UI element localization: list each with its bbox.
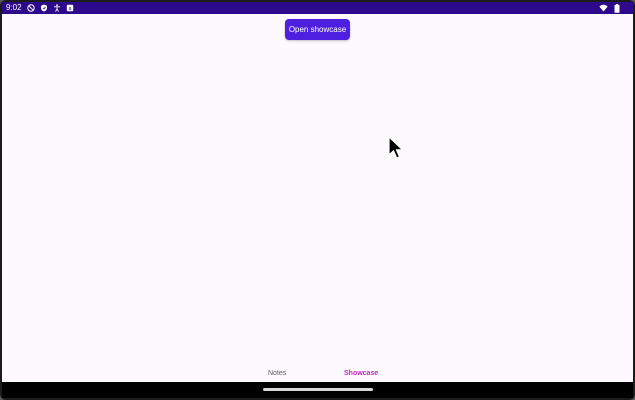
mouse-pointer-icon: [388, 136, 404, 159]
home-gesture-handle[interactable]: [263, 388, 373, 391]
bottom-navigation: Notes Showcase: [2, 366, 633, 382]
app-screen: Open showcase Notes Showcase: [2, 14, 633, 382]
battery-icon: [612, 3, 621, 13]
do-not-disturb-icon: [27, 4, 36, 13]
nav-item-showcase[interactable]: Showcase: [344, 370, 378, 377]
svg-text:a: a: [69, 6, 72, 12]
status-right-group: [599, 2, 621, 14]
accessibility-icon: [53, 4, 62, 13]
device-frame: 9:02 a Open showcase Notes Showcase: [0, 0, 635, 400]
shield-icon: [40, 4, 49, 13]
wifi-icon: [599, 4, 608, 13]
open-showcase-button[interactable]: Open showcase: [285, 19, 350, 40]
system-navigation-bar: [2, 382, 633, 398]
nav-item-notes[interactable]: Notes: [268, 370, 286, 377]
notification-square-icon: a: [66, 4, 75, 13]
status-bar: 9:02 a: [2, 2, 633, 14]
status-time: 9:02: [6, 3, 22, 12]
